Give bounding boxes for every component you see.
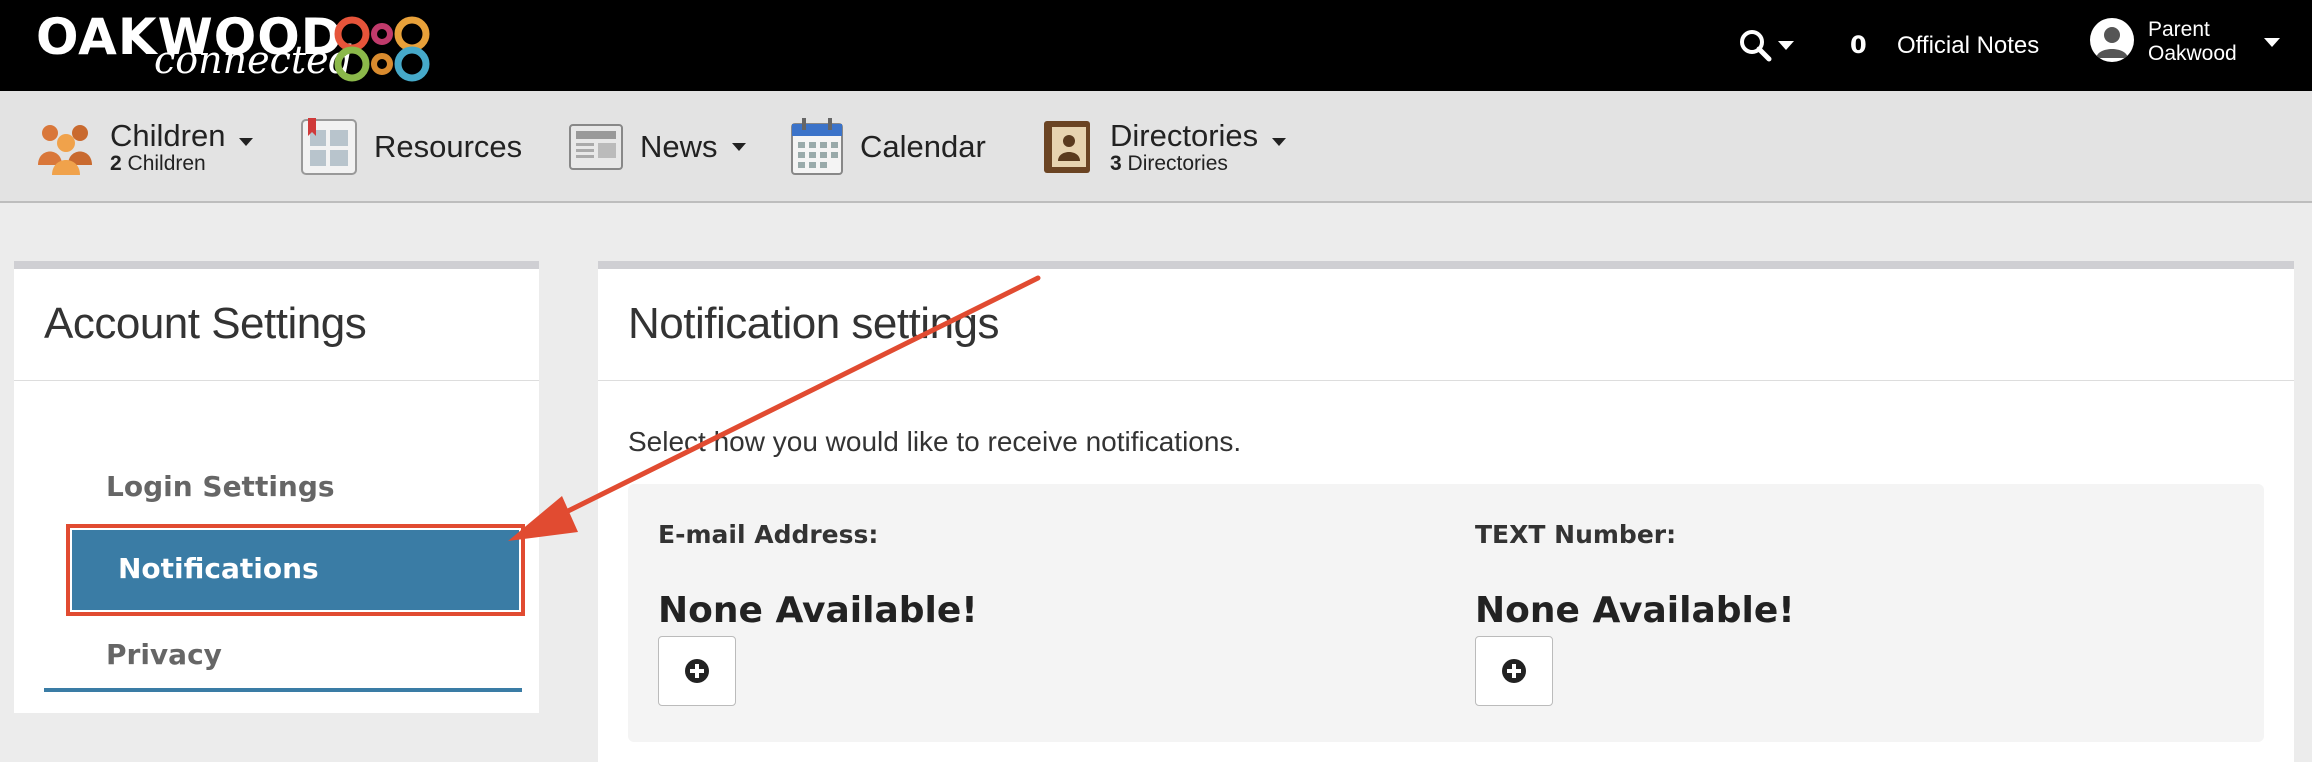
chevron-down-icon	[239, 137, 254, 146]
logo-rings-icon	[334, 16, 430, 82]
active-underline	[44, 688, 522, 692]
sidebar-item-privacy[interactable]: Privacy	[106, 638, 222, 671]
sidebar-item-label: Notifications	[118, 552, 319, 585]
oakwood-logo[interactable]: OAKWOOD connected	[36, 8, 430, 82]
search-icon	[1740, 30, 1772, 62]
nav-item-calendar[interactable]: Calendar	[790, 91, 986, 203]
search-button[interactable]	[1738, 28, 1798, 64]
email-value: None Available!	[658, 590, 978, 631]
nav-resources-label: Resources	[374, 129, 523, 164]
user-menu[interactable]: Parent Oakwood	[2148, 18, 2237, 66]
nav-directories-label: Directories	[1110, 118, 1259, 153]
directory-book-icon	[1044, 121, 1090, 173]
plus-circle-icon	[1502, 659, 1526, 683]
intro-text: Select how you would like to receive not…	[628, 426, 1242, 457]
official-notes-count[interactable]: 0	[1850, 31, 1867, 59]
newspaper-icon	[569, 124, 623, 170]
chevron-down-icon	[1272, 137, 1287, 146]
avatar[interactable]	[2090, 18, 2134, 62]
main-nav: Children 2 Children Resources News Calen…	[0, 91, 2312, 203]
nav-calendar-label: Calendar	[860, 129, 986, 164]
nav-children-sub: 2 Children	[110, 152, 206, 175]
notification-settings-panel: Notification settings Select how you wou…	[598, 261, 2294, 762]
divider	[14, 380, 539, 381]
sidebar-item-login-settings[interactable]: Login Settings	[106, 470, 335, 503]
add-email-button[interactable]	[658, 636, 736, 706]
user-name-line2: Oakwood	[2148, 42, 2237, 65]
chevron-down-icon	[1778, 41, 1794, 50]
account-settings-title: Account Settings	[44, 299, 367, 348]
divider	[598, 380, 2294, 381]
children-icon	[38, 125, 92, 175]
nav-news-label: News	[640, 129, 718, 164]
page-title: Notification settings	[628, 299, 1000, 348]
nav-children-label: Children	[110, 118, 226, 153]
official-notes-link[interactable]: Official Notes	[1897, 32, 2039, 60]
notification-methods: E-mail Address: None Available! TEXT Num…	[628, 484, 2264, 742]
resources-icon	[301, 118, 357, 175]
calendar-icon	[791, 118, 843, 175]
plus-circle-icon	[685, 659, 709, 683]
email-label: E-mail Address:	[658, 520, 879, 549]
logo-word-connected: connected	[154, 38, 353, 82]
text-number-value: None Available!	[1475, 590, 1795, 631]
nav-item-resources[interactable]: Resources	[300, 91, 522, 203]
chevron-down-icon[interactable]	[2264, 38, 2280, 48]
nav-item-directories[interactable]: Directories 3 Directories	[1042, 91, 1287, 203]
sidebar-item-notifications[interactable]: Notifications	[66, 524, 525, 616]
nav-item-children[interactable]: Children 2 Children	[36, 91, 254, 203]
chevron-down-icon	[731, 143, 746, 151]
text-number-label: TEXT Number:	[1475, 520, 1677, 549]
user-icon	[2096, 27, 2128, 58]
user-name-line1: Parent	[2148, 18, 2210, 41]
top-bar: OAKWOOD connected 0 Official Notes Paren…	[0, 0, 2312, 91]
add-text-number-button[interactable]	[1475, 636, 1553, 706]
nav-item-news[interactable]: News	[568, 91, 746, 203]
nav-directories-sub: 3 Directories	[1110, 152, 1228, 175]
account-settings-panel: Account Settings Login Settings Notifica…	[14, 261, 539, 713]
